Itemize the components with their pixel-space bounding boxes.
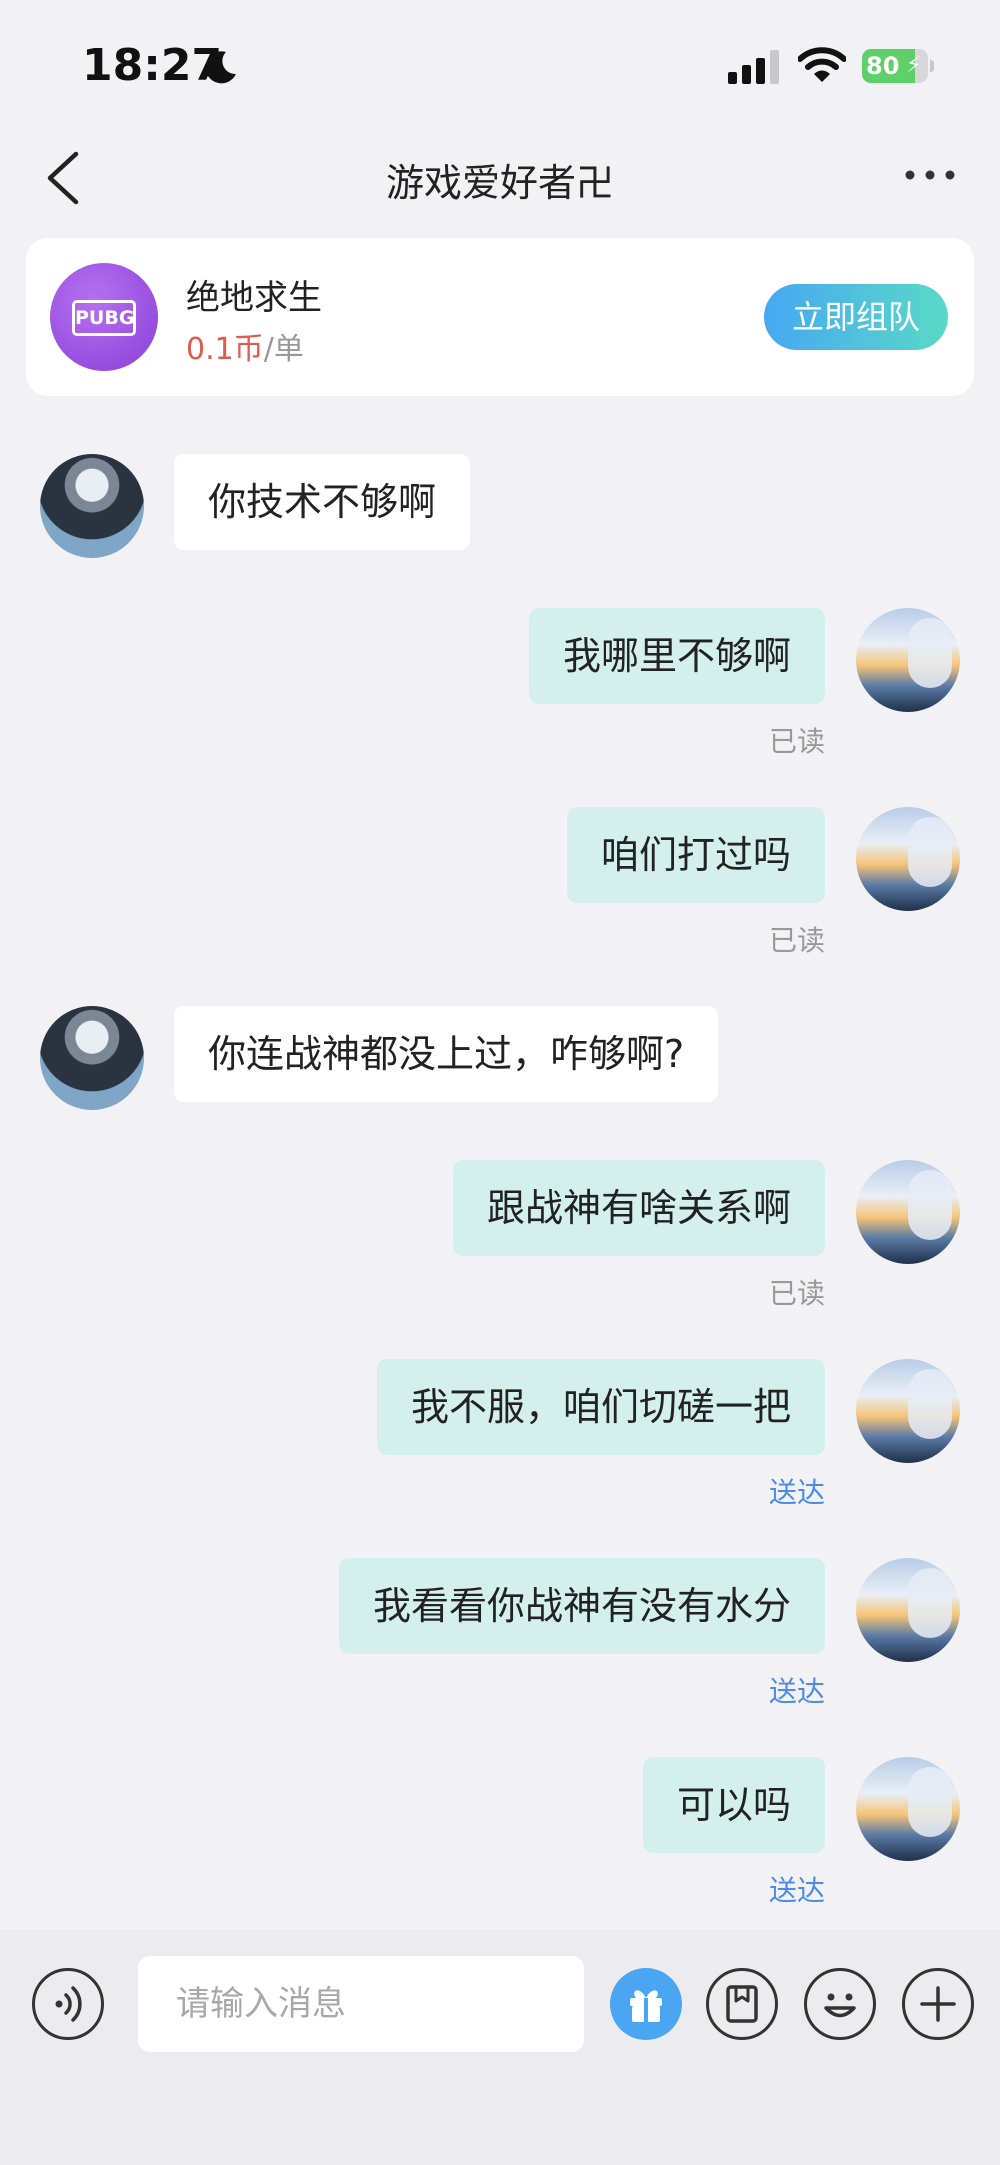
card-button[interactable] bbox=[706, 1968, 778, 2040]
self-avatar[interactable] bbox=[856, 608, 960, 712]
more-options-icon[interactable] bbox=[900, 160, 960, 190]
voice-icon bbox=[55, 1986, 82, 2022]
self-avatar[interactable] bbox=[856, 1160, 960, 1264]
message-bubble-sent[interactable]: 跟战神有啥关系啊 bbox=[452, 1160, 825, 1256]
message-bubble-received[interactable]: 你技术不够啊 bbox=[174, 454, 471, 550]
plus-icon bbox=[920, 1986, 956, 2022]
message-bubble-sent[interactable]: 咱们打过吗 bbox=[566, 807, 825, 903]
battery-percent: 80 bbox=[866, 52, 900, 80]
game-logo: PUBG bbox=[50, 263, 158, 371]
charging-bolt-icon: ⚡ bbox=[906, 53, 922, 78]
moon-icon bbox=[205, 51, 236, 84]
team-up-button[interactable]: 立即组队 bbox=[764, 284, 948, 350]
message-input[interactable] bbox=[138, 1956, 584, 2052]
game-logo-text: PUBG bbox=[72, 300, 136, 336]
gift-button[interactable] bbox=[610, 1968, 682, 2040]
card-icon bbox=[726, 1985, 758, 2023]
delivered-receipt: 送达 bbox=[768, 1476, 825, 1509]
game-card[interactable]: PUBG 绝地求生 0.1币/单 立即组队 bbox=[26, 238, 974, 396]
read-receipt: 已读 bbox=[768, 924, 825, 957]
battery-indicator: 80 ⚡ bbox=[862, 49, 934, 83]
more-actions-button[interactable] bbox=[902, 1968, 974, 2040]
other-user-avatar[interactable] bbox=[40, 454, 144, 558]
gift-icon bbox=[630, 1990, 662, 2022]
chat-screen: 18:27 80 ⚡ 游戏爱好者卍 PUBG 绝地求生 0.1币/单 立即组队 … bbox=[0, 0, 1000, 2165]
game-price-value: 0.1币 bbox=[186, 332, 264, 367]
emoji-icon bbox=[824, 1993, 856, 2018]
wifi-icon bbox=[798, 47, 846, 82]
message-bubble-sent[interactable]: 我看看你战神有没有水分 bbox=[338, 1558, 825, 1654]
delivered-receipt: 送达 bbox=[768, 1675, 825, 1708]
page-title: 游戏爱好者卍 bbox=[385, 161, 614, 205]
game-price: 0.1币/单 bbox=[186, 324, 304, 368]
message-bubble-sent[interactable]: 我哪里不够啊 bbox=[528, 608, 825, 704]
self-avatar[interactable] bbox=[856, 1359, 960, 1463]
message-bubble-received[interactable]: 你连战神都没上过，咋够啊? bbox=[174, 1006, 719, 1102]
read-receipt: 已读 bbox=[768, 725, 825, 758]
other-user-avatar[interactable] bbox=[40, 1006, 144, 1110]
self-avatar[interactable] bbox=[856, 807, 960, 911]
input-bar bbox=[0, 1930, 1000, 2165]
self-avatar[interactable] bbox=[856, 1757, 960, 1861]
self-avatar[interactable] bbox=[856, 1558, 960, 1662]
message-bubble-sent[interactable]: 我不服，咱们切磋一把 bbox=[376, 1359, 825, 1455]
voice-input-button[interactable] bbox=[32, 1968, 104, 2040]
read-receipt: 已读 bbox=[768, 1277, 825, 1310]
cellular-signal-icon bbox=[728, 50, 779, 84]
status-bar: 18:27 80 ⚡ bbox=[0, 0, 1000, 130]
game-name: 绝地求生 bbox=[186, 278, 322, 318]
delivered-receipt: 送达 bbox=[768, 1874, 825, 1907]
message-bubble-sent[interactable]: 可以吗 bbox=[642, 1757, 825, 1853]
emoji-button[interactable] bbox=[804, 1968, 876, 2040]
game-price-unit: /单 bbox=[263, 332, 304, 367]
